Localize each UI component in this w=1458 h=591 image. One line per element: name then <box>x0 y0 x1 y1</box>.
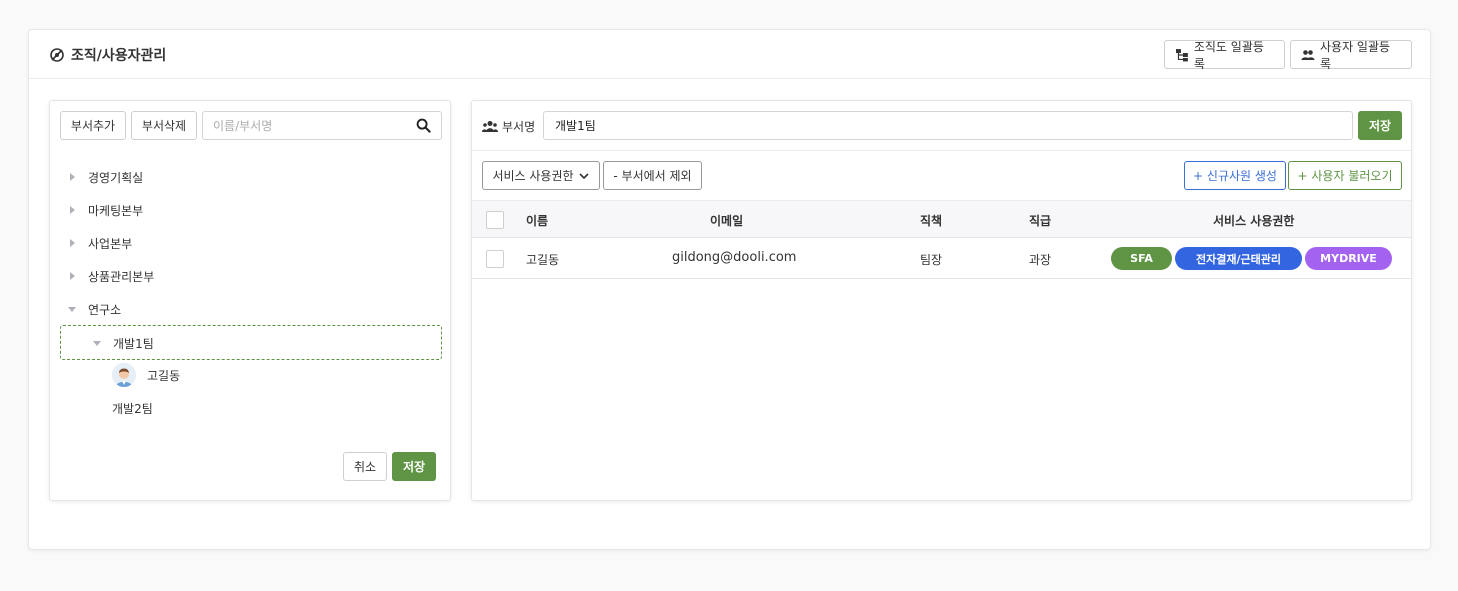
tree-node-dept-3[interactable]: 사업본부 <box>70 232 132 254</box>
cancel-button[interactable]: 취소 <box>343 452 387 481</box>
member-toolbar: 서비스 사용권한 - 부서에서 제외 + 신규사원 생성 + 사용자 불러오기 <box>472 151 1411 201</box>
tree-node-label: 개발2팀 <box>112 401 153 416</box>
tree-node-dept-5[interactable]: 연구소 <box>68 298 121 320</box>
tree-node-label: 연구소 <box>88 302 122 317</box>
load-user-button[interactable]: + 사용자 불러오기 <box>1288 161 1402 190</box>
department-name-value: 개발1팀 <box>555 119 596 133</box>
tree-node-label: 경영기획실 <box>88 170 144 185</box>
department-tree-panel: 부서추가 부서삭제 이름/부서명 경영기획실 마케팅본부 사업본부 상품관리본부 <box>49 100 451 501</box>
caret-right-icon[interactable] <box>70 173 75 181</box>
row-checkbox[interactable] <box>486 250 504 268</box>
caret-right-icon[interactable] <box>70 239 75 247</box>
cell-position: 팀장 <box>920 253 943 267</box>
table-row[interactable]: 고길동 gildong@dooli.com 팀장 과장 SFA 전자결재/근태관… <box>472 238 1411 279</box>
tree-node-dept-4[interactable]: 상품관리본부 <box>70 265 154 287</box>
service-badge-mydrive[interactable]: MYDRIVE <box>1305 247 1392 270</box>
member-table-header: 이름 이메일 직책 직급 서비스 사용권한 <box>472 201 1411 238</box>
tree-node-label: 마케팅본부 <box>88 203 144 218</box>
department-name-row: 부서명 개발1팀 저장 <box>472 101 1411 151</box>
caret-down-icon[interactable] <box>68 306 76 312</box>
department-detail-panel: 부서명 개발1팀 저장 서비스 사용권한 - 부서에서 제외 + 신규사원 생성… <box>471 100 1412 501</box>
cell-name: 고길동 <box>526 253 560 267</box>
caret-right-icon[interactable] <box>70 272 75 280</box>
user-bulk-register-label: 사용자 일괄등록 <box>1319 39 1391 71</box>
add-department-button[interactable]: 부서추가 <box>60 111 126 140</box>
org-settings-icon <box>50 48 64 62</box>
exclude-from-department-button[interactable]: - 부서에서 제외 <box>603 161 702 190</box>
tree-node-team-2[interactable]: 개발2팀 <box>112 397 153 419</box>
avatar <box>112 363 136 387</box>
column-header-email: 이메일 <box>710 214 744 228</box>
org-user-management-card: 조직/사용자관리 조직도 일괄등록 사용자 일괄등록 부서추가 부서삭제 이름/… <box>28 29 1431 550</box>
department-search-input[interactable]: 이름/부서명 <box>202 111 442 140</box>
chevron-down-icon <box>578 172 589 179</box>
department-name-label-text: 부서명 <box>502 120 536 134</box>
delete-department-button[interactable]: 부서삭제 <box>131 111 197 140</box>
card-header: 조직/사용자관리 조직도 일괄등록 사용자 일괄등록 <box>29 30 1430 79</box>
tree-node-label: 상품관리본부 <box>88 269 155 284</box>
user-bulk-register-button[interactable]: 사용자 일괄등록 <box>1290 39 1412 71</box>
search-icon[interactable] <box>416 118 431 133</box>
user-avatar-icon <box>112 363 136 387</box>
service-permission-dropdown-label: 서비스 사용권한 <box>492 169 574 183</box>
service-badge-sfa[interactable]: SFA <box>1111 247 1172 270</box>
tree-node-member[interactable]: 고길동 <box>112 363 181 387</box>
column-header-service-permission: 서비스 사용권한 <box>1213 214 1295 228</box>
tree-node-label: 고길동 <box>147 368 181 383</box>
new-employee-button[interactable]: + 신규사원 생성 <box>1184 161 1286 190</box>
column-header-name: 이름 <box>526 214 549 228</box>
column-header-position: 직책 <box>920 214 943 228</box>
save-tree-button[interactable]: 저장 <box>392 452 436 481</box>
org-chart-icon <box>1175 48 1188 61</box>
caret-right-icon[interactable] <box>70 206 75 214</box>
tree-node-team-1[interactable]: 개발1팀 <box>93 332 154 354</box>
cell-rank: 과장 <box>1029 253 1052 267</box>
tree-node-dept-2[interactable]: 마케팅본부 <box>70 199 143 221</box>
department-name-input[interactable]: 개발1팀 <box>543 111 1353 140</box>
tree-node-label: 사업본부 <box>88 236 133 251</box>
users-icon <box>1301 49 1315 60</box>
page-title-text: 조직/사용자관리 <box>71 48 167 64</box>
cell-email: gildong@dooli.com <box>672 250 797 265</box>
org-bulk-register-label: 조직도 일괄등록 <box>1193 39 1264 71</box>
service-badge-approval[interactable]: 전자결재/근태관리 <box>1175 247 1302 270</box>
column-header-rank: 직급 <box>1029 214 1052 228</box>
caret-down-icon[interactable] <box>93 340 101 346</box>
service-permission-dropdown[interactable]: 서비스 사용권한 <box>482 161 600 190</box>
users-icon <box>482 120 498 132</box>
search-placeholder: 이름/부서명 <box>213 119 273 133</box>
org-bulk-register-button[interactable]: 조직도 일괄등록 <box>1164 39 1285 71</box>
select-all-checkbox[interactable] <box>486 211 504 229</box>
save-department-button[interactable]: 저장 <box>1358 111 1402 140</box>
tree-node-label: 개발1팀 <box>113 336 154 351</box>
page-title: 조직/사용자관리 <box>49 45 166 65</box>
department-name-label: 부서명 <box>482 118 535 135</box>
tree-node-dept-1[interactable]: 경영기획실 <box>70 166 143 188</box>
